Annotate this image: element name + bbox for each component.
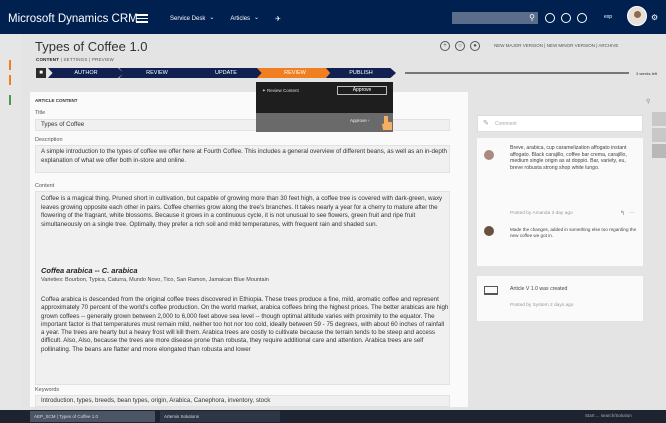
stage-author[interactable]: AUTHOR (48, 68, 124, 78)
reply-icon[interactable]: ↰ (620, 210, 625, 217)
chevron-down-icon[interactable]: ⌄ (254, 14, 259, 21)
panel-tab[interactable] (652, 112, 666, 126)
menu-icon[interactable] (136, 14, 148, 23)
timeline-post (477, 276, 643, 321)
title-value: Types of Coffee (41, 121, 85, 128)
rail-marker[interactable] (9, 95, 11, 105)
search-icon[interactable]: ⚲ (646, 98, 650, 105)
content-heading: Coffea arabica -- C. arabica (41, 266, 138, 275)
rail-marker[interactable] (9, 60, 11, 70)
search-input[interactable] (452, 12, 538, 24)
tab-content[interactable]: CONTENT (36, 57, 59, 62)
new-major-version-button[interactable]: NEW MAJOR VERSION (494, 43, 543, 48)
stage-review[interactable]: REVIEW (119, 68, 195, 78)
pencil-icon: ✎ (483, 120, 489, 127)
approve-select[interactable]: Approve (337, 86, 387, 95)
rail-marker[interactable] (9, 75, 11, 85)
keywords-label: Keywords (35, 387, 60, 393)
stage-flyout-footer (256, 113, 393, 132)
follow-icon[interactable]: + (440, 41, 450, 51)
activity-icon[interactable] (545, 13, 555, 23)
pin-icon[interactable]: ✈ (275, 15, 281, 23)
avatar[interactable] (627, 6, 647, 26)
process-collapse-button[interactable]: ■ (36, 68, 46, 78)
laptop-icon (484, 286, 498, 295)
avatar (484, 150, 494, 160)
comment-placeholder: Comment (495, 121, 517, 127)
content-paragraph: Coffea arabica is descended from the ori… (41, 296, 449, 353)
approve-button[interactable]: Approve › (350, 118, 370, 123)
nav-entity-articles[interactable]: Articles (230, 16, 250, 22)
archive-button[interactable]: ARCHIVE (598, 43, 618, 48)
taskbar-tab[interactable]: AEP_SCM | Types of Coffee 1.0 (30, 411, 155, 422)
app-brand[interactable]: Microsoft Dynamics CRM (8, 13, 138, 25)
new-minor-version-button[interactable]: NEW MINOR VERSION (547, 43, 595, 48)
panel-tab[interactable] (652, 128, 666, 142)
taskbar-tab[interactable]: Artemis Solutions (160, 411, 280, 422)
process-duration: 3 weeks left (636, 71, 658, 76)
history-icon[interactable] (561, 13, 571, 23)
title-label: Title (35, 110, 46, 116)
stage-update[interactable]: UPDATE (188, 68, 264, 78)
approve-icon[interactable]: ○ (455, 41, 465, 51)
gear-icon[interactable]: ⚙ (651, 13, 658, 22)
content-paragraph: Coffee is a magical thing. Pruned short … (41, 195, 443, 228)
page-title: Types of Coffee 1.0 (35, 39, 148, 54)
more-icon[interactable]: ··· (629, 210, 635, 216)
nav-area-service-desk[interactable]: Service Desk (170, 16, 205, 22)
settings-icon[interactable] (577, 13, 587, 23)
post-text: Article V 1.0 was created (510, 286, 568, 292)
user-name[interactable]: exp (604, 14, 612, 20)
tab-settings[interactable]: SETTINGS (63, 57, 87, 62)
chevron-down-icon[interactable]: ⌄ (209, 14, 214, 21)
post-meta: Posted by Amanda 3 day ago (510, 211, 573, 216)
left-rail (0, 34, 22, 423)
keywords-value: Introduction, types, breeds, bean types,… (41, 397, 271, 404)
section-title: ARTICLE CONTENT (35, 98, 78, 103)
post-meta: Posted by System 2 days ago (510, 303, 574, 308)
avatar (484, 226, 494, 236)
tab-preview[interactable]: PREVIEW (92, 57, 114, 62)
description-value: A simple introduction to the types of co… (41, 148, 447, 164)
content-subheading: Varieties: Bourbon, Typica, Caturra, Mun… (41, 277, 269, 283)
reply-text: Made the changes, added in something els… (510, 227, 637, 238)
stage-step-label: ✦ Review Content (262, 88, 299, 93)
header-commands: NEW MAJOR VERSION | NEW MINOR VERSION | … (494, 43, 619, 48)
stage-review-active[interactable]: REVIEW (257, 68, 333, 78)
description-label: Description (35, 137, 63, 143)
record-menu-icon[interactable]: ● (470, 41, 480, 51)
panel-tab[interactable] (652, 144, 666, 158)
record-tabs: CONTENT | SETTINGS | PREVIEW (36, 57, 114, 62)
stage-publish[interactable]: PUBLISH (326, 68, 396, 78)
post-text: Breve, arabica, cup caramelization affog… (510, 145, 627, 171)
content-label: Content (35, 183, 55, 189)
taskbar-status: Start ... search/Solution (585, 413, 632, 418)
process-timeline (405, 72, 629, 74)
search-icon[interactable]: ⚲ (527, 13, 537, 23)
